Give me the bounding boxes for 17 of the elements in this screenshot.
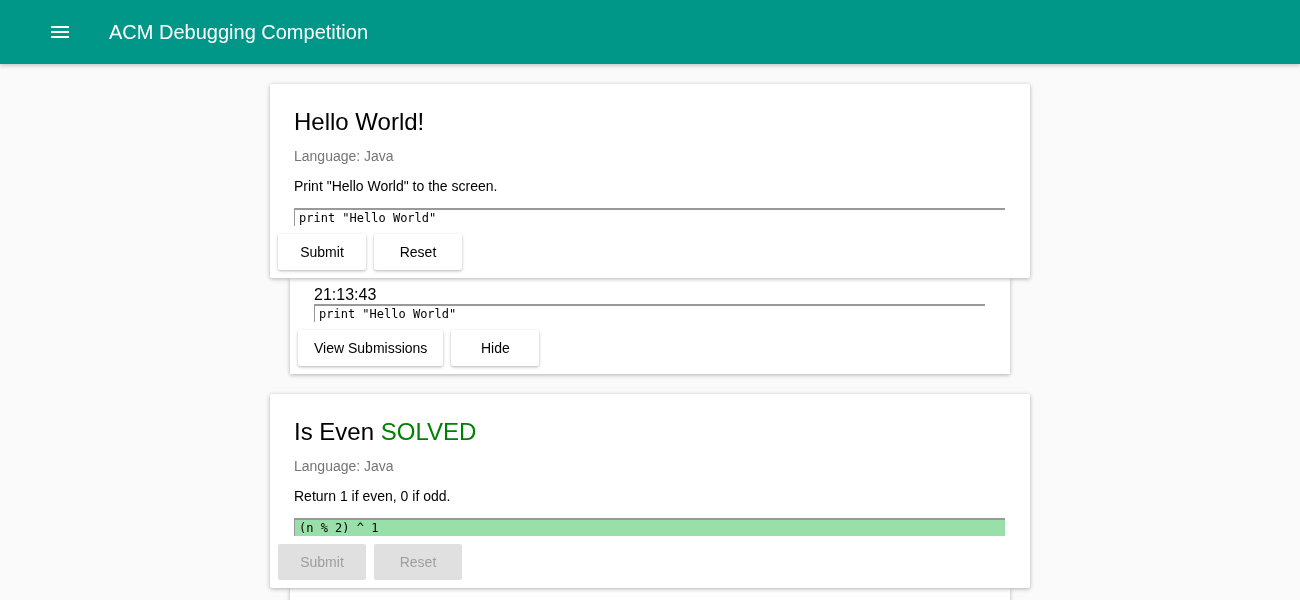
submission-time: 21:13:43 [314,286,378,304]
hide-button[interactable]: Hide [451,330,540,366]
solved-status: SOLVED [380,418,477,445]
problem-title: Is Even SOLVED [294,418,478,446]
problem-description: Print "Hello World" to the screen. [294,178,499,194]
menu-icon[interactable] [51,26,69,38]
view-submissions-button[interactable]: View Submissions [298,330,444,366]
reset-button[interactable]: Reset [374,234,462,270]
submit-button[interactable]: Submit [278,234,366,270]
code-field[interactable]: (n % 2) ^ 1 [294,518,1005,536]
problem-title: Hello World! [294,108,426,136]
code-field[interactable]: print "Hello World" [294,208,1005,226]
app-title: ACM Debugging Competition [109,20,369,44]
problem-description: Return 1 if even, 0 if odd. [294,488,452,504]
language-label: Language: Java [294,148,395,164]
language-label: Language: Java [294,458,395,474]
submitted-code-field[interactable]: print "Hello World" [314,304,985,322]
